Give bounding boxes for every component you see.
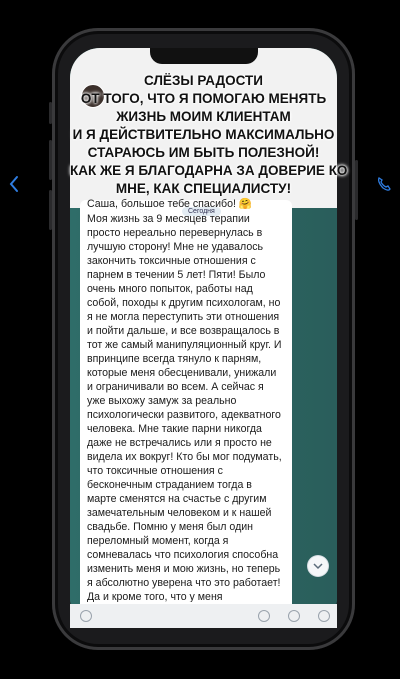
caption-line: СТАРАЮСЬ ИМ БЫТЬ ПОЛЕЗНОЙ! (87, 145, 320, 160)
caption-line: И Я ДЕЙСТВИТЕЛЬНО МАКСИМАЛЬНО (72, 127, 335, 142)
caption-line: СЛЁЗЫ РАДОСТИ (144, 73, 263, 88)
sticker-icon[interactable] (258, 610, 270, 622)
caption-line: ОТ ТОГО, ЧТО Я ПОМОГАЮ МЕНЯТЬ (80, 91, 327, 106)
mic-icon[interactable] (318, 610, 330, 622)
phone-notch (150, 48, 258, 64)
back-chevron-icon[interactable] (8, 175, 20, 193)
message-text: Моя жизнь за 9 месяцев терапии просто не… (87, 213, 282, 602)
caption-overlay: СЛЁЗЫ РАДОСТИ ОТ ТОГО, ЧТО Я ПОМОГАЮ МЕН… (70, 72, 348, 198)
phone-power-button (355, 160, 358, 220)
phone-side-button (49, 102, 52, 124)
phone-call-icon[interactable] (376, 176, 392, 192)
chevron-down-icon (313, 563, 323, 570)
caption-line: КАК ЖЕ Я БЛАГОДАРНА ЗА ДОВЕРИЕ КО (70, 163, 348, 178)
attach-icon[interactable] (80, 610, 92, 622)
phone-volume-up (49, 140, 52, 180)
scroll-down-button[interactable] (308, 556, 328, 576)
camera-icon[interactable] (288, 610, 300, 622)
phone-volume-down (49, 190, 52, 230)
caption-line: МНЕ, КАК СПЕЦИАЛИСТУ! (115, 181, 292, 196)
caption-line: ЖИЗНЬ МОИМ КЛИЕНТАМ (116, 109, 291, 124)
